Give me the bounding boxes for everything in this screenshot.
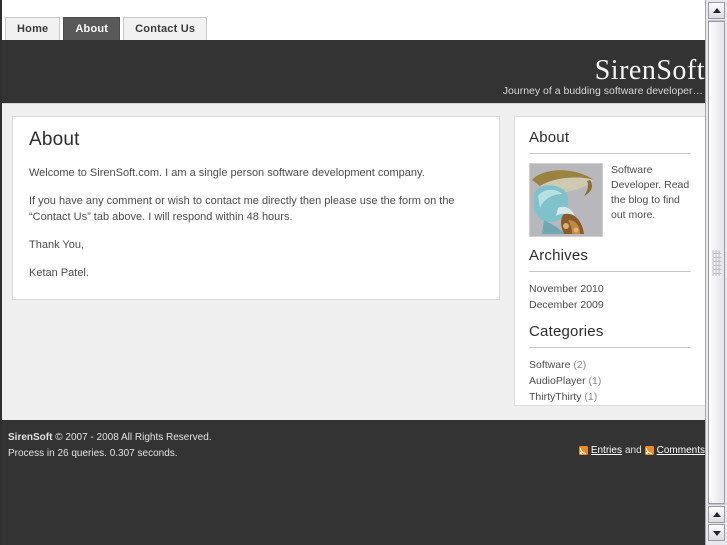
article-paragraph-2: If you have any comment or wish to conta… xyxy=(29,195,455,223)
sculpture-photo-icon xyxy=(530,164,602,236)
site-title: SirenSoft xyxy=(594,55,705,86)
avatar xyxy=(529,163,603,237)
category-link[interactable]: ThirtyThirty xyxy=(529,391,582,403)
and-label: and xyxy=(624,445,642,456)
copyright-name: SirenSoft xyxy=(8,432,53,443)
grip-icon xyxy=(712,249,721,276)
site-nav-tabs: Home About Contact Us xyxy=(5,17,208,41)
sidebar-about-text: Software Developer. Read the blog to fin… xyxy=(611,164,690,221)
category-count: (1) xyxy=(588,375,602,387)
archive-link[interactable]: November 2010 xyxy=(529,283,604,295)
category-count: (1) xyxy=(584,391,598,403)
list-item[interactable]: Software (2) xyxy=(529,357,691,373)
categories-list: Software (2) AudioPlayer (1) ThirtyThirt… xyxy=(529,357,691,405)
page-title: About xyxy=(29,129,80,150)
article-paragraph-1: Welcome to SirenSoft.com. I am a single … xyxy=(29,167,425,179)
vertical-scrollbar[interactable] xyxy=(705,0,727,545)
rss-icon xyxy=(578,446,588,455)
sidebar-archives-heading: Archives xyxy=(529,247,589,264)
category-link[interactable]: Software xyxy=(529,359,570,371)
tab-about[interactable]: About xyxy=(63,17,121,41)
scroll-up-button[interactable] xyxy=(708,2,725,19)
chevron-down-icon xyxy=(712,530,721,536)
article-paragraph-3: Thank You, xyxy=(29,239,85,251)
copyright-line: SirenSoft © 2007 - 2008 All Rights Reser… xyxy=(8,430,212,446)
site-tab-bar: Home About Contact Us xyxy=(2,0,705,41)
tab-contact-us[interactable]: Contact Us xyxy=(123,17,208,41)
article-paragraph-4: Ketan Patel. xyxy=(29,267,89,279)
list-item[interactable]: ThirtyThirty (1) xyxy=(529,389,691,405)
content-area: About Welcome to SirenSoft.com. I am a s… xyxy=(2,103,705,420)
process-line: Process in 26 queries. 0.307 seconds. xyxy=(8,448,178,459)
scroll-down-button[interactable] xyxy=(708,524,725,541)
scroll-up-button-lower[interactable] xyxy=(708,506,725,523)
rss-icon xyxy=(644,446,654,455)
footer-text-block: SirenSoft © 2007 - 2008 All Rights Reser… xyxy=(8,430,212,462)
copyright-rest: © 2007 - 2008 All Rights Reserved. xyxy=(55,432,212,443)
sidebar-about-row: Software Developer. Read the blog to fin… xyxy=(529,163,691,237)
sidebar-about-heading: About xyxy=(529,129,570,146)
archive-link[interactable]: December 2009 xyxy=(529,299,604,311)
comments-feed-link[interactable]: Comments xyxy=(657,445,705,456)
tab-home[interactable]: Home xyxy=(5,17,61,41)
site-tagline: Journey of a budding software developer… xyxy=(502,85,703,97)
archives-list: November 2010 December 2009 xyxy=(529,281,691,313)
list-item[interactable]: AudioPlayer (1) xyxy=(529,373,691,389)
sidebar-categories-block: Categories Software (2) AudioPlayer (1) … xyxy=(529,323,691,405)
sidebar-archives-divider xyxy=(529,271,691,272)
article-panel: About Welcome to SirenSoft.com. I am a s… xyxy=(12,116,500,300)
list-item[interactable]: December 2009 xyxy=(529,297,691,313)
sidebar-categories-heading: Categories xyxy=(529,323,604,340)
sidebar-about-divider xyxy=(529,153,691,154)
sidebar-archives-block: Archives November 2010 December 2009 xyxy=(529,247,691,313)
page-viewport: Home About Contact Us SirenSoft Journey … xyxy=(0,0,705,545)
list-item[interactable]: November 2010 xyxy=(529,281,691,297)
category-count: (2) xyxy=(573,359,587,371)
sidebar-panel: About Software Developer. Read the blog … xyxy=(514,116,705,406)
browser-window: Home About Contact Us SirenSoft Journey … xyxy=(0,0,727,545)
sidebar-categories-divider xyxy=(529,347,691,348)
scrollbar-thumb[interactable] xyxy=(708,21,725,504)
entries-feed-link[interactable]: Entries xyxy=(591,445,622,456)
category-link[interactable]: AudioPlayer xyxy=(529,375,586,387)
footer-feeds: Entries and Comments xyxy=(578,445,705,456)
chevron-up-icon xyxy=(712,7,721,13)
chevron-up-icon xyxy=(712,511,721,517)
site-header: SirenSoft Journey of a budding software … xyxy=(2,40,705,103)
site-footer: SirenSoft © 2007 - 2008 All Rights Reser… xyxy=(2,420,705,545)
